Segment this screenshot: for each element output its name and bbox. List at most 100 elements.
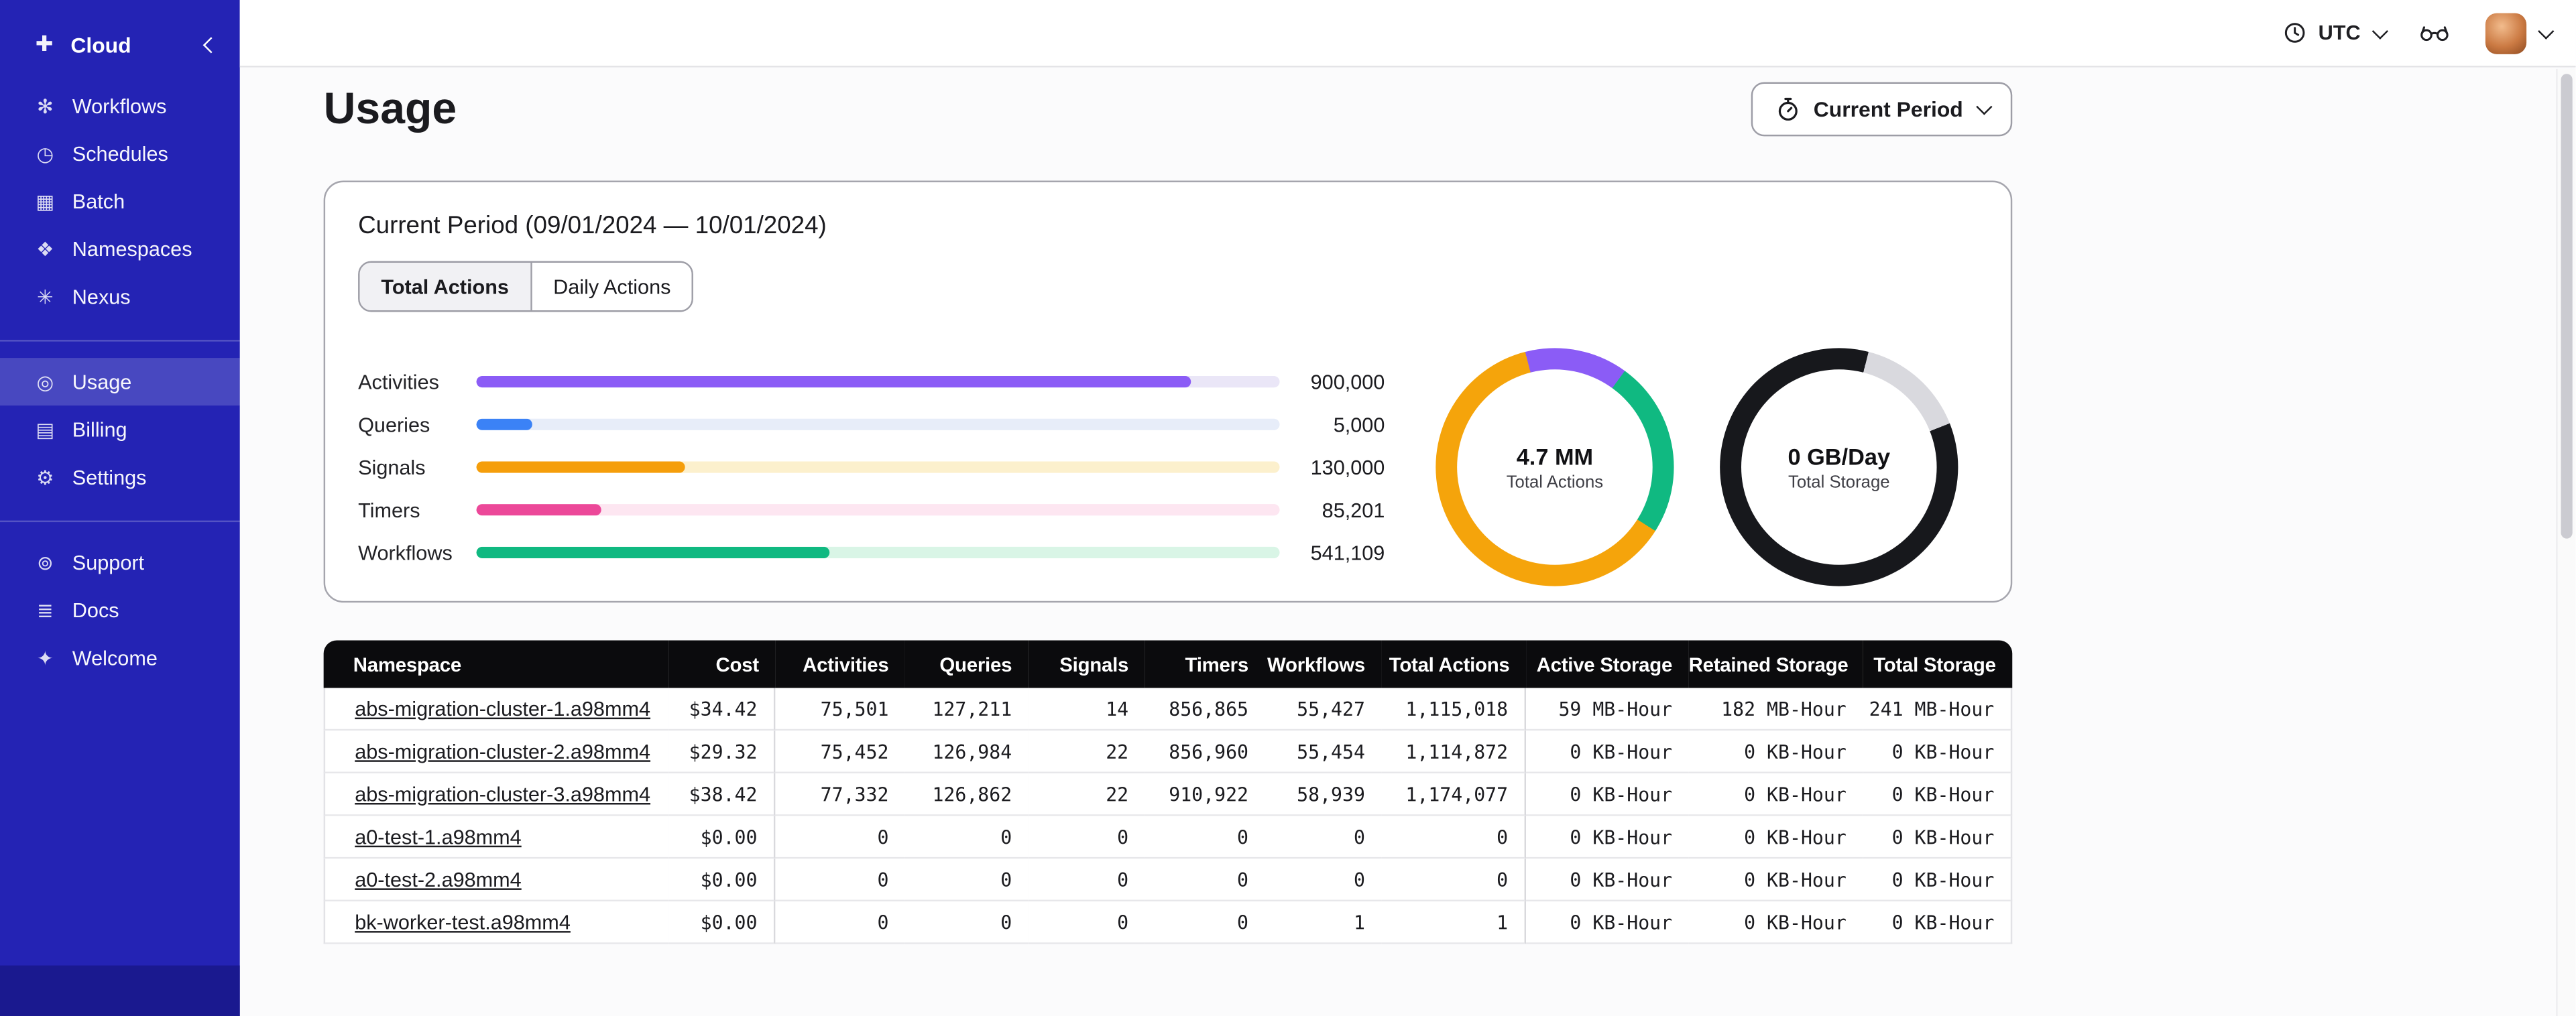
usage-bar-row: Timers 85,201 (358, 489, 1385, 531)
donut-label: Total Storage (1788, 472, 1890, 492)
donut-label: Total Actions (1506, 472, 1604, 492)
retained-storage-cell: 0 KB-Hour (1688, 816, 1863, 859)
activities-cell: 0 (775, 816, 905, 859)
bar-value: 900,000 (1310, 370, 1385, 393)
scrollbar-thumb[interactable] (2561, 74, 2573, 539)
total-storage-cell: 0 KB-Hour (1863, 859, 2013, 902)
bar-label: Timers (358, 498, 420, 521)
cost-cell: $0.00 (668, 901, 776, 944)
sidebar-item-nexus[interactable]: ✳ Nexus (0, 273, 240, 320)
workflows-cell: 0 (1265, 816, 1382, 859)
total-actions-cell: 1,114,872 (1381, 731, 1527, 773)
namespace-link[interactable]: a0-test-1.a98mm4 (355, 825, 522, 848)
col-header-signals[interactable]: Signals (1028, 640, 1145, 688)
tab-total-actions[interactable]: Total Actions (359, 263, 532, 311)
sidebar-item-label: Batch (72, 189, 125, 213)
workflows-cell: 55,427 (1265, 688, 1382, 731)
sidebar-item-docs[interactable]: ≣ Docs (0, 586, 240, 634)
total-actions-cell: 1,115,018 (1381, 688, 1527, 731)
namespace-cell: a0-test-2.a98mm4 (323, 859, 669, 902)
namespaces-icon: ❖ (36, 237, 54, 261)
charts-row: Activities 900,000 Queries 5,000 Signals (358, 348, 1978, 586)
namespace-link[interactable]: a0-test-2.a98mm4 (355, 868, 522, 891)
welcome-icon: ✦ (37, 646, 54, 670)
namespace-cell: a0-test-1.a98mm4 (323, 816, 669, 859)
sidebar-item-welcome[interactable]: ✦ Welcome (0, 634, 240, 682)
queries-cell: 0 (904, 901, 1029, 944)
sidebar-item-usage[interactable]: ◎ Usage (0, 358, 240, 406)
signals-cell: 22 (1028, 731, 1145, 773)
total-storage-cell: 0 KB-Hour (1863, 731, 2013, 773)
sidebar-item-namespaces[interactable]: ❖ Namespaces (0, 225, 240, 273)
sidebar-item-schedules[interactable]: ◷ Schedules (0, 130, 240, 178)
col-header-workflows[interactable]: Workflows (1265, 640, 1382, 688)
account-menu[interactable] (2485, 12, 2555, 54)
namespace-link[interactable]: abs-migration-cluster-1.a98mm4 (355, 697, 650, 720)
sidebar-item-label: Nexus (72, 285, 131, 308)
donut-center: 4.7 MM Total Actions (1457, 369, 1653, 565)
sidebar-footer (0, 965, 240, 1016)
billing-icon: ▤ (36, 418, 55, 441)
col-header-namespace[interactable]: Namespace (323, 640, 669, 688)
sidebar-item-support[interactable]: ⊚ Support (0, 539, 240, 586)
brand-label: Cloud (70, 31, 131, 57)
period-selector-button[interactable]: Current Period (1751, 82, 2013, 137)
queries-cell: 0 (904, 816, 1029, 859)
bar-fill (476, 461, 685, 473)
tab-daily-actions[interactable]: Daily Actions (532, 263, 693, 311)
clock-icon (2285, 23, 2306, 43)
timezone-selector[interactable]: UTC (2284, 21, 2388, 44)
bar-track (476, 418, 1280, 430)
table-row: a0-test-2.a98mm4 $0.00 0 0 0 0 0 0 0 KB-… (323, 859, 2013, 902)
page-title: Usage (323, 83, 457, 133)
support-icon: ⊚ (37, 550, 54, 574)
nexus-icon: ✳ (37, 285, 54, 308)
labs-glasses-button[interactable] (2420, 23, 2449, 42)
namespace-cell: abs-migration-cluster-3.a98mm4 (323, 773, 669, 816)
activities-cell: 0 (775, 859, 905, 902)
workflows-icon: ✻ (37, 94, 54, 118)
sidebar-divider (0, 340, 240, 342)
namespace-link[interactable]: abs-migration-cluster-2.a98mm4 (355, 740, 650, 763)
total-actions-cell: 0 (1381, 859, 1527, 902)
col-header-timers[interactable]: Timers (1145, 640, 1265, 688)
schedules-icon: ◷ (36, 141, 54, 166)
sidebar-item-billing[interactable]: ▤ Billing (0, 405, 240, 453)
col-header-total-actions[interactable]: Total Actions (1381, 640, 1527, 688)
col-header-queries[interactable]: Queries (904, 640, 1029, 688)
sidebar-collapse-icon[interactable] (202, 36, 219, 53)
bar-value: 130,000 (1310, 455, 1385, 479)
sidebar-brand[interactable]: ✚ Cloud (0, 17, 240, 72)
settings-gear-icon: ⚙ (36, 465, 54, 489)
cost-cell: $38.42 (668, 773, 776, 816)
activities-cell: 75,452 (775, 731, 905, 773)
bar-value: 5,000 (1333, 413, 1385, 436)
signals-cell: 14 (1028, 688, 1145, 731)
signals-cell: 0 (1028, 816, 1145, 859)
sidebar-item-label: Schedules (72, 141, 168, 166)
col-header-cost[interactable]: Cost (668, 640, 776, 688)
usage-bar-row: Queries 5,000 (358, 403, 1385, 446)
signals-cell: 0 (1028, 859, 1145, 902)
sidebar-item-workflows[interactable]: ✻ Workflows (0, 82, 240, 130)
table-row: bk-worker-test.a98mm4 $0.00 0 0 0 0 1 1 … (323, 901, 2013, 944)
donut-center: 0 GB/Day Total Storage (1741, 369, 1937, 565)
col-header-total-storage[interactable]: Total Storage (1863, 640, 2013, 688)
cost-cell: $29.32 (668, 731, 776, 773)
timers-cell: 910,922 (1145, 773, 1265, 816)
col-header-active-storage[interactable]: Active Storage (1526, 640, 1689, 688)
sidebar-item-settings[interactable]: ⚙ Settings (0, 453, 240, 501)
col-header-retained-storage[interactable]: Retained Storage (1688, 640, 1863, 688)
activities-cell: 75,501 (775, 688, 905, 731)
page-head: Usage Current Period (324, 82, 2013, 137)
bar-fill (476, 546, 830, 558)
cost-cell: $0.00 (668, 859, 776, 902)
sidebar-item-batch[interactable]: ▦ Batch (0, 178, 240, 225)
col-header-activities[interactable]: Activities (775, 640, 905, 688)
namespace-link[interactable]: bk-worker-test.a98mm4 (355, 911, 571, 934)
namespace-link[interactable]: abs-migration-cluster-3.a98mm4 (355, 782, 650, 805)
queries-cell: 127,211 (904, 688, 1029, 731)
timers-cell: 856,865 (1145, 688, 1265, 731)
docs-icon: ≣ (37, 598, 54, 622)
bar-label: Signals (358, 455, 426, 479)
